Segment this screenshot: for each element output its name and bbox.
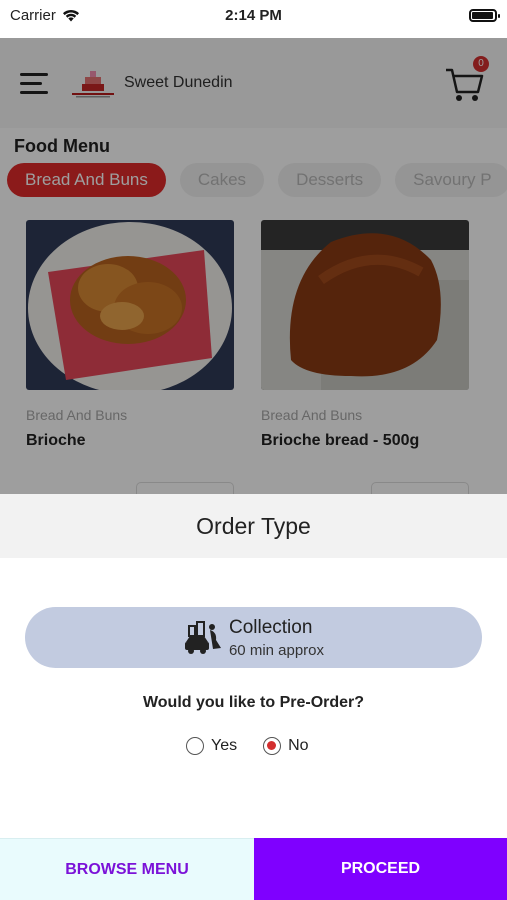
collection-option-button[interactable]: Collection 60 min approx (25, 607, 482, 668)
status-bar: Carrier 2:14 PM (0, 0, 507, 30)
battery-icon (469, 8, 500, 22)
delivery-collection-icon (184, 620, 221, 654)
radio-yes-label: Yes (211, 737, 238, 754)
modal-scrim[interactable] (0, 38, 507, 508)
carrier-label: Carrier (10, 6, 56, 24)
status-left: Carrier (10, 7, 80, 24)
collection-title: Collection (228, 616, 313, 638)
bottom-action-bar: BROWSE MENU PROCEED (0, 838, 507, 900)
collection-time-estimate: 60 min approx (228, 641, 325, 659)
wifi-icon (62, 9, 79, 21)
collection-text: Collection 60 min approx (229, 617, 324, 659)
collection-content: Collection 60 min approx (183, 617, 324, 659)
preorder-question: Would you like to Pre-Order? (142, 694, 365, 711)
proceed-button[interactable]: PROCEED (254, 838, 507, 900)
preorder-no-option[interactable]: No (263, 737, 309, 755)
radio-yes[interactable] (186, 737, 204, 755)
radio-no[interactable] (263, 737, 282, 755)
radio-no-label: No (288, 737, 309, 754)
preorder-radio-group: Yes No (186, 737, 309, 755)
browse-menu-button[interactable]: BROWSE MENU (0, 838, 254, 900)
preorder-yes-option[interactable]: Yes (186, 737, 237, 755)
sheet-title: Order Type (0, 494, 507, 558)
